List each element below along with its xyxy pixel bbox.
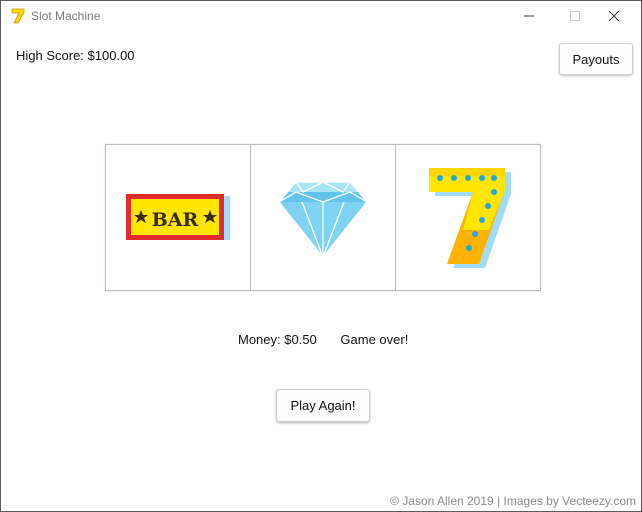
- maximize-icon: [570, 11, 580, 21]
- reel-2: [251, 145, 396, 290]
- close-button[interactable]: [591, 1, 637, 31]
- minimize-button[interactable]: [506, 1, 552, 31]
- play-again-button[interactable]: Play Again!: [276, 389, 370, 422]
- bar-icon: BAR: [126, 193, 230, 240]
- reel-1: BAR: [106, 145, 251, 290]
- high-score-label: High Score: $100.00: [16, 48, 135, 63]
- game-status-message: Game over!: [340, 332, 409, 347]
- status-row: Money: $0.50 Game over!: [238, 332, 428, 347]
- money-label: Money: $0.50: [238, 332, 317, 347]
- reels-panel: BAR: [105, 144, 541, 291]
- minimize-icon: [524, 15, 534, 17]
- window-title: Slot Machine: [31, 9, 101, 23]
- close-icon: [609, 11, 619, 21]
- diamond-icon: [278, 180, 368, 258]
- app-window: Slot Machine High Score: $100.00 Payouts: [0, 0, 642, 512]
- seven-icon: [429, 167, 511, 268]
- title-bar[interactable]: Slot Machine: [1, 1, 641, 31]
- slot-seven-app-icon: [11, 8, 25, 24]
- footer-credits: © Jason Allen 2019 | Images by Vecteezy.…: [390, 494, 636, 508]
- payouts-button[interactable]: Payouts: [559, 43, 633, 75]
- bar-text: BAR: [152, 209, 199, 231]
- reel-3: [396, 145, 540, 290]
